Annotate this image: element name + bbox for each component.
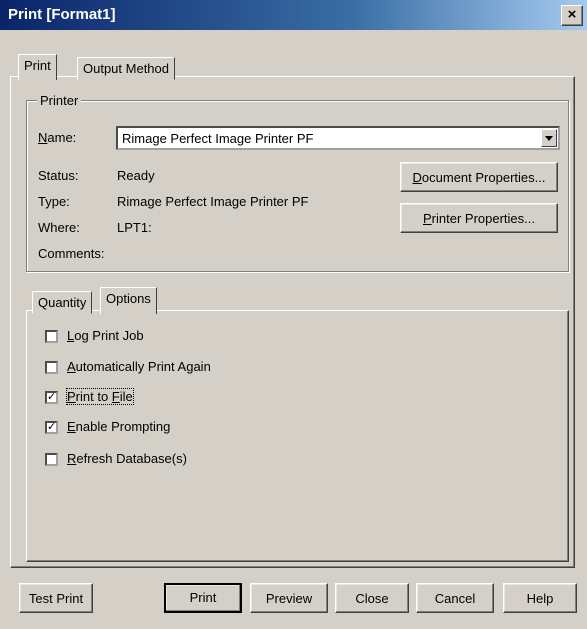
comments-label: Comments:	[38, 246, 105, 261]
dropdown-button[interactable]	[541, 129, 557, 147]
enable-prompting-checkbox[interactable]: ✓	[45, 421, 58, 434]
printer-properties-button[interactable]: Printer Properties...	[400, 203, 558, 233]
refresh-database-checkbox[interactable]	[45, 453, 58, 466]
document-properties-button[interactable]: Document Properties...	[400, 162, 558, 192]
cancel-button[interactable]: Cancel	[416, 583, 494, 613]
printer-name-select[interactable]: Rimage Perfect Image Printer PF	[116, 126, 560, 150]
print-to-file-label: Print to File	[66, 388, 134, 405]
close-window-button[interactable]: ×	[561, 5, 583, 26]
test-print-button[interactable]: Test Print	[19, 583, 93, 613]
help-button[interactable]: Help	[503, 583, 577, 613]
log-print-job-checkbox[interactable]	[45, 330, 58, 343]
type-label: Type:	[38, 194, 70, 209]
where-label: Where:	[38, 220, 80, 235]
close-button[interactable]: Close	[335, 583, 409, 613]
auto-print-again-checkbox[interactable]	[45, 361, 58, 374]
tab-print[interactable]: Print	[18, 54, 57, 80]
window-title: Print [Format1]	[8, 6, 116, 23]
auto-print-again-label: Automatically Print Again	[67, 359, 211, 374]
options-tab-panel	[26, 310, 569, 562]
tab-options[interactable]: Options	[100, 287, 157, 314]
tab-output-method[interactable]: Output Method	[77, 57, 175, 80]
refresh-database-label: Refresh Database(s)	[67, 451, 187, 466]
status-value: Ready	[117, 168, 155, 183]
preview-button[interactable]: Preview	[250, 583, 328, 613]
printer-name-value: Rimage Perfect Image Printer PF	[122, 131, 314, 146]
log-print-job-label: Log Print Job	[67, 328, 144, 343]
type-value: Rimage Perfect Image Printer PF	[117, 194, 309, 209]
tab-quantity[interactable]: Quantity	[32, 291, 93, 314]
enable-prompting-label: Enable Prompting	[67, 419, 171, 434]
title-bar: Print [Format1] ×	[0, 0, 587, 30]
name-label: Name:	[38, 130, 77, 145]
where-value: LPT1:	[117, 220, 152, 235]
status-label: Status:	[38, 168, 79, 183]
print-to-file-checkbox[interactable]: ✓	[45, 391, 58, 404]
print-button[interactable]: Print	[164, 583, 242, 613]
printer-group-label: Printer	[37, 93, 82, 108]
chevron-down-icon	[545, 136, 553, 141]
